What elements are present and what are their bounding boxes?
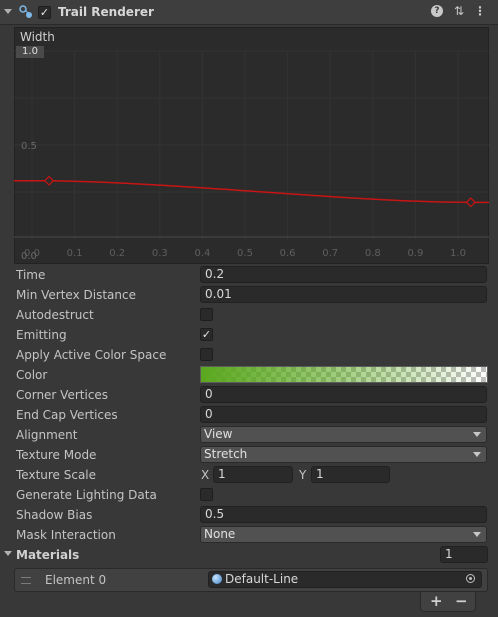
texture-scale-y-field[interactable]: 1 bbox=[311, 466, 390, 483]
x-tick-label: 0.6 bbox=[280, 248, 296, 259]
curve-max-tag: 1.0 bbox=[16, 46, 44, 58]
element-0-value: Default-Line bbox=[225, 572, 299, 586]
y-tick-label: 0.5 bbox=[21, 141, 37, 152]
list-footer bbox=[420, 592, 476, 612]
help-icon[interactable]: ? bbox=[431, 5, 445, 19]
corner-vertices-field[interactable]: 0 bbox=[200, 386, 487, 403]
x-tick-label: 0.9 bbox=[407, 248, 423, 259]
texture-mode-value: Stretch bbox=[204, 447, 248, 461]
emitting-checkbox[interactable]: ✓ bbox=[200, 328, 213, 341]
materials-foldout-arrow-icon[interactable] bbox=[4, 551, 12, 556]
corner-vertices-label: Corner Vertices bbox=[16, 388, 109, 402]
x-tick-label: 0.8 bbox=[365, 248, 381, 259]
time-label: Time bbox=[16, 268, 46, 282]
texture-scale-y-label: Y bbox=[299, 468, 307, 482]
end-cap-vertices-label: End Cap Vertices bbox=[16, 408, 118, 422]
x-tick-label: 1.0 bbox=[450, 248, 466, 259]
generate-lighting-data-label: Generate Lighting Data bbox=[16, 488, 157, 502]
width-curve-plot: 0.0 0.1 0.2 0.3 0.4 0.5 0.6 0.7 0.8 0.9 1.00.50.0 bbox=[14, 50, 489, 262]
foldout-arrow-icon[interactable] bbox=[4, 9, 12, 14]
y-tick-label: 0.0 bbox=[21, 251, 37, 262]
autodestruct-label: Autodestruct bbox=[16, 308, 94, 322]
mask-interaction-dropdown[interactable]: None bbox=[200, 526, 487, 543]
emitting-label: Emitting bbox=[16, 328, 67, 342]
shadow-bias-label: Shadow Bias bbox=[16, 508, 93, 522]
texture-mode-label: Texture Mode bbox=[16, 448, 97, 462]
apply-active-color-space-label: Apply Active Color Space bbox=[16, 348, 167, 362]
shadow-bias-field[interactable]: 0.5 bbox=[200, 506, 487, 523]
dropdown-arrow-icon bbox=[473, 532, 481, 537]
trail-renderer-icon bbox=[19, 5, 33, 19]
alignment-value: View bbox=[204, 427, 233, 441]
alignment-label: Alignment bbox=[16, 428, 78, 442]
mask-interaction-label: Mask Interaction bbox=[16, 528, 116, 542]
x-tick-label: 0.3 bbox=[152, 248, 168, 259]
texture-scale-x-field[interactable]: 1 bbox=[213, 466, 293, 483]
time-field[interactable]: 0.2 bbox=[200, 266, 487, 283]
mask-interaction-value: None bbox=[204, 527, 236, 541]
x-tick-label: 0.5 bbox=[237, 248, 253, 259]
x-tick-label: 0.7 bbox=[322, 248, 338, 259]
component-title: Trail Renderer bbox=[58, 5, 154, 19]
materials-label[interactable]: Materials bbox=[16, 548, 79, 562]
component-enabled-checkbox[interactable]: ✓ bbox=[38, 6, 51, 19]
add-element-button[interactable]: + bbox=[430, 592, 443, 610]
remove-element-button[interactable]: − bbox=[455, 592, 468, 610]
alignment-dropdown[interactable]: View bbox=[200, 426, 487, 443]
end-cap-vertices-field[interactable]: 0 bbox=[200, 406, 487, 423]
dropdown-arrow-icon bbox=[473, 432, 481, 437]
x-tick-label: 0.4 bbox=[194, 248, 210, 259]
texture-mode-dropdown[interactable]: Stretch bbox=[200, 446, 487, 463]
context-menu-icon[interactable]: ⋮ bbox=[473, 4, 487, 18]
material-icon bbox=[212, 574, 222, 584]
curve-keyframe bbox=[465, 197, 476, 208]
min-vertex-distance-label: Min Vertex Distance bbox=[16, 288, 136, 302]
min-vertex-distance-field[interactable]: 0.01 bbox=[200, 286, 487, 303]
apply-active-color-space-checkbox[interactable] bbox=[200, 348, 213, 361]
x-tick-label: 0.1 bbox=[67, 248, 83, 259]
curve-label: Width bbox=[20, 30, 55, 44]
width-curve-editor[interactable]: 0.0 0.1 0.2 0.3 0.4 0.5 0.6 0.7 0.8 0.9 1.0 0.5 0.0 bbox=[14, 27, 489, 264]
object-picker-icon[interactable] bbox=[466, 574, 475, 583]
dropdown-arrow-icon bbox=[473, 452, 481, 457]
element-0-object-field[interactable]: Default-Line bbox=[208, 571, 482, 588]
texture-scale-x-label: X bbox=[201, 468, 210, 482]
color-label: Color bbox=[16, 368, 48, 382]
drag-handle-icon[interactable] bbox=[21, 577, 31, 584]
texture-scale-label: Texture Scale bbox=[16, 468, 97, 482]
generate-lighting-data-checkbox[interactable] bbox=[200, 488, 213, 501]
x-tick-label: 0.2 bbox=[109, 248, 125, 259]
element-0-label: Element 0 bbox=[45, 573, 107, 587]
curve-keyframe bbox=[43, 175, 55, 186]
autodestruct-checkbox[interactable] bbox=[200, 308, 213, 321]
presets-icon[interactable]: ⇅ bbox=[452, 4, 466, 18]
materials-size-field[interactable]: 1 bbox=[440, 546, 488, 563]
color-gradient-field[interactable] bbox=[200, 366, 488, 383]
